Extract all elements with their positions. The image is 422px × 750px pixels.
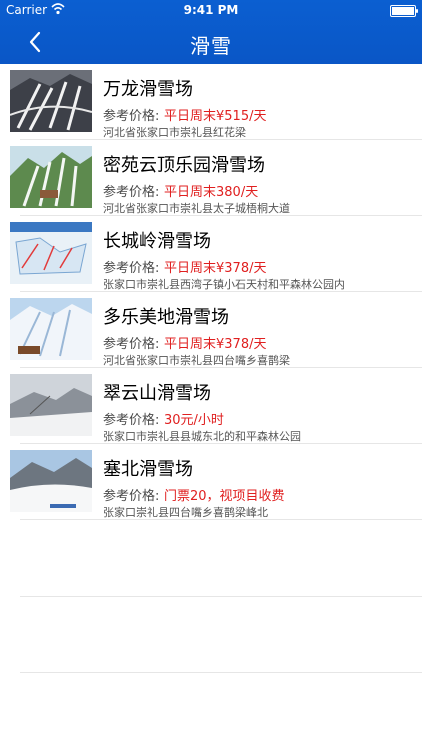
resort-name: 翠云山滑雪场 [103, 383, 211, 404]
empty-row-divider [20, 596, 422, 597]
price-label: 参考价格: [103, 337, 160, 352]
resort-address: 张家口市崇礼县西湾子镇小石天村和平森林公园内 [103, 278, 345, 291]
resort-price: 平日周末¥378/天 [164, 337, 267, 352]
list-item[interactable]: 万龙滑雪场 参考价格: 平日周末¥515/天 河北省张家口市崇礼县红花梁 [0, 64, 422, 140]
empty-row-divider [20, 672, 422, 673]
resort-address: 张家口崇礼县四台嘴乡喜鹊梁峰北 [103, 506, 268, 519]
resort-name: 长城岭滑雪场 [103, 231, 211, 252]
resort-price: 30元/小时 [164, 413, 224, 428]
price-label: 参考价格: [103, 261, 160, 276]
resort-thumbnail [10, 70, 92, 132]
price-label: 参考价格: [103, 109, 160, 124]
resort-price: 平日周末¥378/天 [164, 261, 267, 276]
resort-address: 河北省张家口市崇礼县太子城梧桐大道 [103, 202, 290, 215]
list-item[interactable]: 翠云山滑雪场 参考价格: 30元/小时 张家口市崇礼县县城东北的和平森林公园 [0, 368, 422, 444]
list-item[interactable]: 长城岭滑雪场 参考价格: 平日周末¥378/天 张家口市崇礼县西湾子镇小石天村和… [0, 216, 422, 292]
resort-thumbnail [10, 374, 92, 436]
resort-thumbnail [10, 146, 92, 208]
resort-price: 平日周末380/天 [164, 185, 259, 200]
resort-address: 河北省张家口市崇礼县四台嘴乡喜鹊梁 [103, 354, 290, 367]
list-item[interactable]: 塞北滑雪场 参考价格: 门票20，视项目收费 张家口崇礼县四台嘴乡喜鹊梁峰北 [0, 444, 422, 520]
resort-price: 平日周末¥515/天 [164, 109, 267, 124]
resort-name: 密苑云顶乐园滑雪场 [103, 155, 265, 176]
header: Carrier 9:41 PM 滑雪 [0, 0, 422, 64]
resort-list: 万龙滑雪场 参考价格: 平日周末¥515/天 河北省张家口市崇礼县红花梁 密苑云… [0, 64, 422, 750]
page-title: 滑雪 [190, 34, 232, 58]
price-label: 参考价格: [103, 489, 160, 504]
status-bar: Carrier 9:41 PM [0, 0, 422, 20]
resort-price: 门票20，视项目收费 [164, 489, 285, 504]
resort-address: 河北省张家口市崇礼县红花梁 [103, 126, 246, 139]
battery-icon [390, 5, 418, 17]
resort-address: 张家口市崇礼县县城东北的和平森林公园 [103, 430, 301, 443]
price-label: 参考价格: [103, 413, 160, 428]
resort-thumbnail [10, 450, 92, 512]
resort-name: 多乐美地滑雪场 [103, 307, 229, 328]
resort-thumbnail [10, 222, 92, 284]
navigation-bar: 滑雪 [0, 20, 422, 64]
list-item[interactable]: 密苑云顶乐园滑雪场 参考价格: 平日周末380/天 河北省张家口市崇礼县太子城梧… [0, 140, 422, 216]
price-label: 参考价格: [103, 185, 160, 200]
resort-name: 塞北滑雪场 [103, 459, 193, 480]
divider [20, 519, 422, 520]
resort-name: 万龙滑雪场 [103, 79, 193, 100]
resort-thumbnail [10, 298, 92, 360]
list-item[interactable]: 多乐美地滑雪场 参考价格: 平日周末¥378/天 河北省张家口市崇礼县四台嘴乡喜… [0, 292, 422, 368]
status-time: 9:41 PM [183, 3, 239, 17]
